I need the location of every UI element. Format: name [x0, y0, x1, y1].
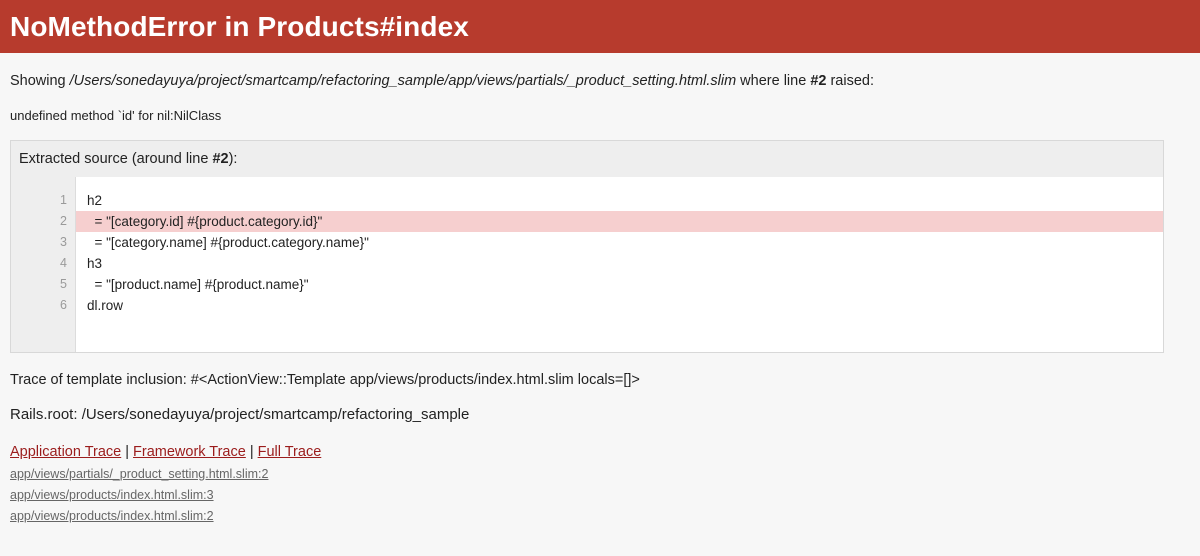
error-line-number: #2	[810, 73, 827, 89]
extracted-source-title: Extracted source (around line #2):	[11, 141, 1163, 177]
error-content: Showing /Users/sonedayuya/project/smartc…	[0, 72, 1200, 527]
error-message: undefined method `id' for nil:NilClass	[10, 108, 222, 123]
line-number-gutter: 1 2 3 4 5 6	[11, 177, 76, 352]
showing-middle: where line	[736, 73, 811, 89]
error-title: NoMethodError in Products#index	[10, 10, 469, 42]
rails-root: Rails.root: /Users/sonedayuya/project/sm…	[10, 406, 470, 423]
code-line: = "[category.name] #{product.category.na…	[87, 235, 369, 250]
line-number: 1	[60, 193, 67, 207]
showing-suffix: raised:	[826, 73, 875, 89]
template-inclusion-trace: Trace of template inclusion: #<ActionVie…	[10, 372, 640, 388]
source-code-block: 1 2 3 4 5 6 h2 = "[category.id] #{produc…	[11, 177, 1163, 352]
source-title-suffix: ):	[228, 151, 238, 167]
extracted-source: Extracted source (around line #2): 1 2 3…	[10, 140, 1164, 353]
code-line: dl.row	[87, 298, 124, 313]
trace-frame-link[interactable]: app/views/products/index.html.slim:3	[10, 485, 1190, 506]
code-line: = "[product.name] #{product.name}"	[87, 277, 309, 292]
template-path: /Users/sonedayuya/project/smartcamp/refa…	[69, 73, 737, 89]
line-number: 5	[60, 277, 67, 291]
trace-separator: |	[249, 444, 254, 460]
source-title-prefix: Extracted source (around line	[19, 151, 213, 167]
trace-frames: app/views/partials/_product_setting.html…	[10, 464, 1190, 527]
code-line: h2	[87, 193, 103, 208]
line-number: 3	[60, 235, 67, 249]
code-line: h3	[87, 256, 103, 271]
code-line-highlighted: = "[category.id] #{product.category.id}"	[76, 211, 1163, 232]
line-number: 4	[60, 256, 67, 270]
source-title-line: #2	[212, 151, 229, 167]
application-trace-link[interactable]: Application Trace	[10, 444, 121, 460]
trace-frame-link[interactable]: app/views/products/index.html.slim:2	[10, 506, 1190, 527]
line-number: 2	[60, 214, 67, 228]
trace-tabs: Application Trace | Framework Trace | Full T…	[10, 443, 1190, 461]
full-trace-link[interactable]: Full Trace	[258, 444, 322, 460]
showing-prefix: Showing	[10, 73, 70, 89]
trace-separator: |	[125, 444, 130, 460]
line-number: 6	[60, 298, 67, 312]
showing-line: Showing /Users/sonedayuya/project/smartc…	[10, 72, 1190, 90]
trace-frame-link[interactable]: app/views/partials/_product_setting.html…	[10, 464, 1190, 485]
framework-trace-link[interactable]: Framework Trace	[133, 444, 246, 460]
code-lines: h2 = "[category.id] #{product.category.i…	[76, 177, 1163, 352]
error-header: NoMethodError in Products#index	[0, 0, 1200, 53]
